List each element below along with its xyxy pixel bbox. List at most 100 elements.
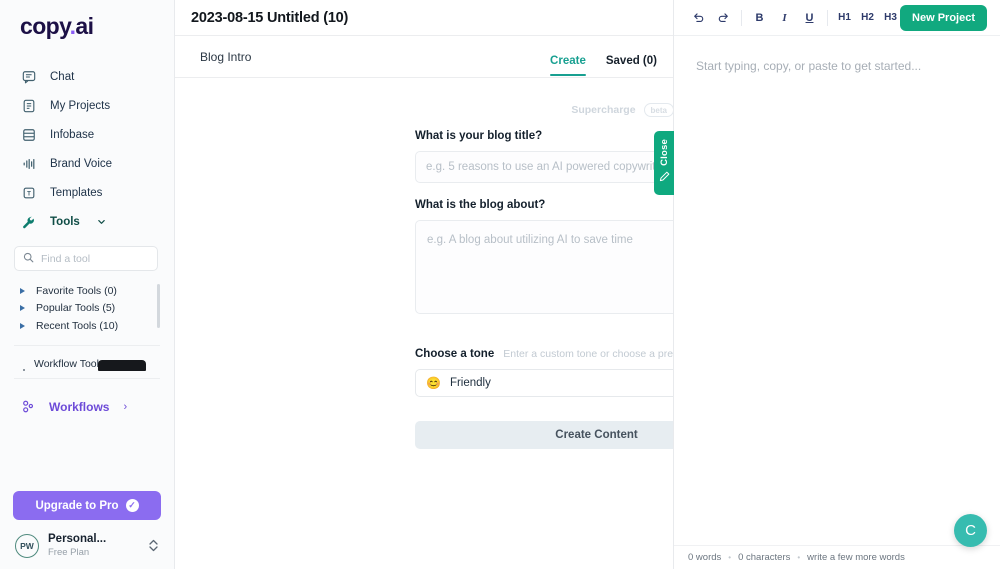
close-panel-tab[interactable]: Close [654,131,674,195]
logo[interactable]: copy.ai [0,0,174,52]
audio-bars-icon [21,157,36,172]
heading-3-icon[interactable]: H3 [879,5,902,30]
separator-dot: • [797,553,801,562]
account-name: Personal... [48,533,107,545]
document-editor: B I U H1 H2 H3 ••• Saved Start typing, c… [674,0,1000,569]
sidebar-item-workflows[interactable]: Workflows › [0,392,174,422]
blog-title-field-header: What is your blog title? Optional [415,130,673,142]
italic-icon[interactable]: I [772,5,797,30]
app-root: copy.ai Chat My Projects Infobase Brand … [0,0,1000,569]
editor-status-bar: 0 words • 0 characters • write a few mor… [674,545,1000,569]
tool-group-recent[interactable]: Recent Tools (10) [0,317,174,335]
account-plan: Free Plan [48,547,90,558]
check-badge-icon: ✓ [125,499,139,512]
sidebar-item-label: Tools [50,216,80,228]
separator-dot: • [728,553,732,562]
account-switcher[interactable]: PW Personal... Free Plan [13,533,161,559]
tone-field-header: Choose a tone Enter a custom tone or cho… [415,348,673,360]
tone-label: Choose a tone [415,348,495,360]
chevron-up-down-icon [148,538,159,555]
redo-icon[interactable] [711,5,736,30]
tone-value: Friendly [449,377,491,389]
sidebar-item-label: My Projects [50,100,111,112]
heading-2-icon[interactable]: H2 [856,5,879,30]
undo-icon[interactable] [686,5,711,30]
create-content-button[interactable]: Create Content [415,421,673,449]
heading-1-icon[interactable]: H1 [833,5,856,30]
tool-group-workflow[interactable]: Workflow Tools [0,354,174,374]
toolbar-divider [741,9,742,26]
character-count: 0 characters [738,552,791,563]
pencil-icon [659,169,670,187]
template-box-icon: T [21,186,36,201]
sidebar: copy.ai Chat My Projects Infobase Brand … [0,0,175,569]
blog-title-placeholder: e.g. 5 reasons to use an AI powered copy… [426,161,666,173]
smile-emoji-icon: 😊 [426,376,441,390]
tool-group-label: Recent Tools (10) [36,319,119,332]
tool-panel: 2023-08-15 Untitled (10) Blog Intro Crea… [175,0,674,569]
upgrade-label: Upgrade to Pro [35,499,119,512]
help-chat-button[interactable]: C [954,514,987,547]
blog-about-textarea[interactable]: e.g. A blog about utilizing AI to save t… [415,220,673,314]
sidebar-divider [14,377,160,379]
chevron-right-icon: › [123,400,128,413]
sidebar-item-tools[interactable]: Tools [0,208,174,236]
tool-groups-tree: Favorite Tools (0) Popular Tools (5) Rec… [0,282,174,374]
redacted-block [98,359,146,371]
sidebar-item-label: Brand Voice [50,158,113,170]
tool-tree-scrollbar[interactable] [157,284,160,328]
field-label: What is your blog title? [415,130,543,142]
tool-search-input[interactable]: Find a tool [14,246,158,271]
tool-tabbar: Blog Intro Create Saved (0) [175,36,673,78]
sidebar-item-label: Chat [50,71,75,83]
tool-tree-divider [14,344,160,346]
supercharge-label: Supercharge [571,104,636,116]
tab-saved[interactable]: Saved (0) [606,55,657,76]
editor-placeholder: Start typing, copy, or paste to get star… [696,59,922,73]
database-icon [21,128,36,143]
editor-content[interactable]: Start typing, copy, or paste to get star… [674,36,1000,545]
tool-group-label: Popular Tools (5) [36,302,116,315]
blog-title-input[interactable]: e.g. 5 reasons to use an AI powered copy… [415,151,673,183]
bullet-icon [23,368,25,371]
toolbar-divider [827,9,828,26]
word-count: 0 words [688,552,722,563]
sidebar-item-templates[interactable]: T Templates [0,179,174,207]
new-project-button[interactable]: New Project [900,5,987,31]
tool-search-placeholder: Find a tool [41,252,91,265]
sidebar-item-brand-voice[interactable]: Brand Voice [0,150,174,178]
avatar: PW [15,534,39,558]
tool-group-popular[interactable]: Popular Tools (5) [0,300,174,318]
logo-text-copy: copy [20,13,70,39]
svg-text:T: T [27,191,31,198]
upgrade-to-pro-button[interactable]: Upgrade to Pro ✓ [13,491,161,520]
tool-group-favorite[interactable]: Favorite Tools (0) [0,282,174,300]
sidebar-item-infobase[interactable]: Infobase [0,121,174,149]
chevron-down-icon [97,213,106,231]
tab-create[interactable]: Create [550,55,586,76]
supercharge-row: Supercharge beta ⚡ [415,78,673,125]
tool-form: Supercharge beta ⚡ What [175,78,673,569]
document-icon [21,99,36,114]
character-counter: 0/1000 [415,319,673,330]
sidebar-item-label: Infobase [50,129,95,141]
triangle-right-icon [20,305,25,312]
sidebar-item-my-projects[interactable]: My Projects [0,92,174,120]
sidebar-item-chat[interactable]: Chat [0,63,174,91]
project-header: 2023-08-15 Untitled (10) [175,0,673,36]
field-label: What is the blog about? [415,199,546,211]
bold-icon[interactable]: B [747,5,772,30]
writing-hint: write a few more words [807,552,905,563]
close-panel-label: Close [658,138,670,166]
tone-hint: Enter a custom tone or choose a preset t… [503,348,673,360]
beta-badge: beta [643,103,673,117]
tool-group-label: Workflow Tools [34,357,105,370]
sidebar-footer: Upgrade to Pro ✓ PW Personal... Free Pla… [0,491,174,569]
sidebar-nav: Chat My Projects Infobase Brand Voice T … [0,52,174,237]
blog-about-placeholder: e.g. A blog about utilizing AI to save t… [427,234,633,246]
sidebar-item-label: Templates [50,187,103,199]
tone-select[interactable]: 😊 Friendly ✕ [415,369,673,397]
triangle-right-icon [20,287,25,294]
underline-icon[interactable]: U [797,5,822,30]
search-icon [23,250,34,268]
